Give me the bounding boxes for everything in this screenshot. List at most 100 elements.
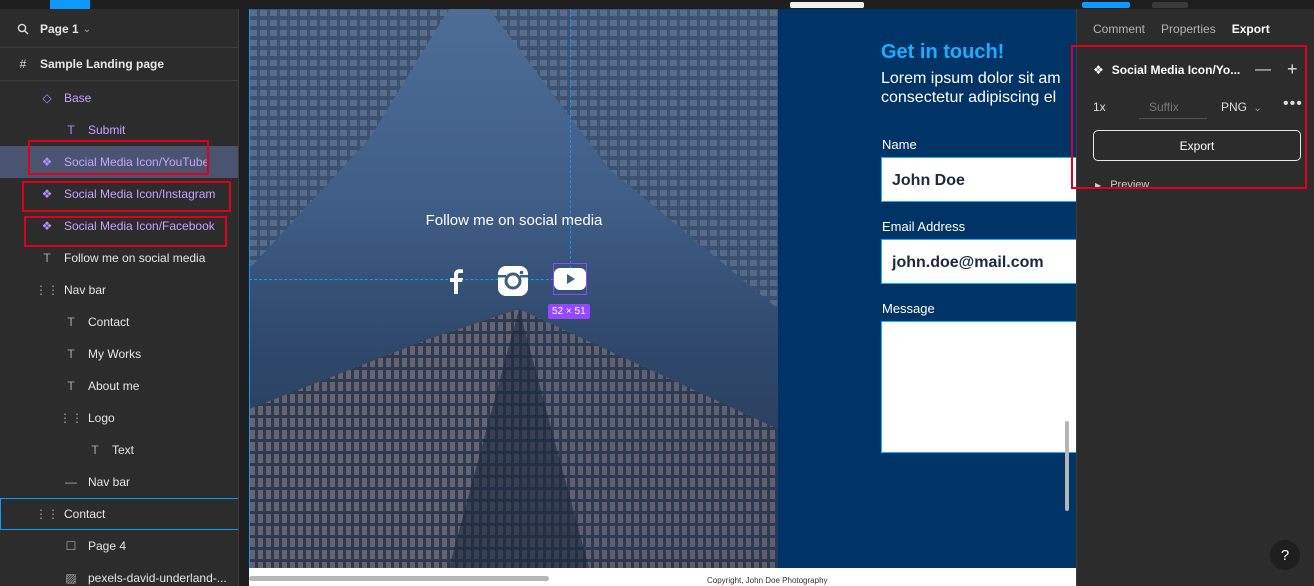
layer-item-my-works[interactable]: T My Works bbox=[0, 338, 238, 370]
layer-label: Contact bbox=[88, 315, 130, 329]
layer-item-contact-frame[interactable]: ⋮⋮ Contact bbox=[0, 498, 238, 530]
component-icon: ❖ bbox=[41, 219, 53, 233]
layer-label: My Works bbox=[88, 347, 142, 361]
help-button[interactable]: ? bbox=[1270, 540, 1300, 570]
properties-panel: Comment Properties Export ❖ Social Media… bbox=[1071, 9, 1314, 586]
instagram-icon[interactable] bbox=[496, 264, 530, 298]
layer-item-about-me[interactable]: T About me bbox=[0, 370, 238, 402]
tab-properties[interactable]: Properties bbox=[1161, 22, 1216, 36]
layer-item-nav-bar-line[interactable]: — Nav bar bbox=[0, 466, 238, 498]
group-icon: ⋮⋮ bbox=[35, 507, 59, 521]
layer-label: Logo bbox=[88, 411, 115, 425]
export-button[interactable]: Export bbox=[1093, 130, 1301, 161]
layer-label: Social Media Icon/YouTube bbox=[64, 155, 210, 169]
text-icon: T bbox=[67, 315, 75, 329]
group-icon: ⋮⋮ bbox=[59, 411, 83, 425]
layer-label: pexels-david-underland-... bbox=[88, 571, 227, 585]
caret-right-icon: ▶ bbox=[1095, 181, 1102, 190]
message-field[interactable] bbox=[881, 321, 1076, 453]
description-line: Lorem ipsum dolor sit am bbox=[881, 70, 1061, 87]
layer-item-instagram[interactable]: ❖ Social Media Icon/Instagram bbox=[0, 178, 238, 210]
layer-frame[interactable]: # Sample Landing page bbox=[0, 48, 238, 80]
layer-item-facebook[interactable]: ❖ Social Media Icon/Facebook bbox=[0, 210, 238, 242]
layer-item-nav-bar[interactable]: ⋮⋮ Nav bar bbox=[0, 274, 238, 306]
layer-label: Contact bbox=[64, 507, 106, 521]
export-format-select[interactable]: PNG ⌄ bbox=[1221, 100, 1262, 114]
layer-item-page-4[interactable]: ☐ Page 4 bbox=[0, 530, 238, 562]
format-value: PNG bbox=[1221, 100, 1248, 114]
rectangle-icon: ☐ bbox=[65, 539, 77, 553]
name-label: Name bbox=[882, 137, 917, 152]
name-field[interactable]: John Doe bbox=[881, 157, 1076, 202]
layer-item-image[interactable]: ▨ pexels-david-underland-... bbox=[0, 562, 238, 586]
remove-export-icon[interactable]: — bbox=[1255, 61, 1271, 79]
layer-item-submit[interactable]: T Submit bbox=[0, 114, 238, 146]
page-selector[interactable]: Page 1 ⌄ bbox=[0, 13, 238, 45]
text-icon: T bbox=[67, 379, 75, 393]
guide-line bbox=[249, 9, 250, 568]
email-label: Email Address bbox=[882, 219, 966, 234]
layer-label: Follow me on social media bbox=[64, 251, 206, 265]
more-options-icon[interactable]: ••• bbox=[1283, 95, 1303, 113]
guide-line bbox=[570, 9, 571, 279]
text-icon: T bbox=[43, 251, 51, 265]
layer-label: Social Media Icon/Facebook bbox=[64, 219, 215, 233]
component-icon: ❖ bbox=[1093, 63, 1104, 77]
layer-item-base[interactable]: ◇ Base bbox=[0, 82, 238, 114]
layer-item-logo-text[interactable]: T Text bbox=[0, 434, 238, 466]
page-name[interactable]: Page 1 bbox=[40, 22, 79, 36]
export-scale-select[interactable]: 1x bbox=[1093, 100, 1106, 114]
design-canvas[interactable]: Follow me on social media 52 × 51 Get in… bbox=[239, 9, 1076, 586]
layer-item-youtube[interactable]: ❖ Social Media Icon/YouTube bbox=[0, 146, 238, 178]
divider bbox=[0, 80, 238, 81]
layer-label: Nav bar bbox=[88, 475, 131, 489]
component-instance-icon: ◇ bbox=[42, 91, 52, 105]
toolbar-user-chip[interactable] bbox=[790, 2, 864, 8]
text-icon: T bbox=[67, 123, 75, 137]
message-label: Message bbox=[882, 301, 935, 316]
layer-label: Nav bar bbox=[64, 283, 107, 297]
preview-toggle[interactable]: ▶ Preview bbox=[1095, 179, 1149, 191]
toolbar-zoom-control[interactable] bbox=[1152, 2, 1188, 8]
component-icon: ❖ bbox=[41, 187, 53, 201]
panel-tabs: Comment Properties Export bbox=[1093, 22, 1270, 36]
facebook-icon[interactable] bbox=[439, 264, 473, 298]
layer-item-logo[interactable]: ⋮⋮ Logo bbox=[0, 402, 238, 434]
component-icon: ❖ bbox=[41, 155, 53, 169]
layer-label: Base bbox=[64, 91, 92, 105]
group-icon: ⋮⋮ bbox=[35, 283, 59, 297]
preview-label: Preview bbox=[1110, 179, 1150, 191]
layer-item-follow-text[interactable]: T Follow me on social media bbox=[0, 242, 238, 274]
layer-label: Submit bbox=[88, 123, 126, 137]
dimension-badge: 52 × 51 bbox=[548, 304, 590, 319]
layer-label: Social Media Icon/Instagram bbox=[64, 187, 216, 201]
selection-name: Social Media Icon/Yo... bbox=[1111, 63, 1241, 77]
text-icon: T bbox=[67, 347, 75, 361]
toolbar-active-tool[interactable] bbox=[50, 0, 90, 9]
export-selection-title: ❖ Social Media Icon/Yo... bbox=[1093, 63, 1240, 77]
layer-label: Text bbox=[112, 443, 135, 457]
frame-name: Sample Landing page bbox=[40, 57, 165, 71]
follow-heading[interactable]: Follow me on social media bbox=[379, 212, 649, 229]
layers-panel: Page 1 ⌄ # Sample Landing page ◇ Base T … bbox=[0, 9, 239, 586]
toolbar-share-button[interactable] bbox=[1082, 2, 1130, 8]
vertical-scrollbar[interactable] bbox=[1065, 421, 1069, 511]
footer-copyright: Copyright, John Doe Photography bbox=[707, 576, 828, 585]
contact-description[interactable]: Lorem ipsum dolor sit am consectetur adi… bbox=[881, 69, 1076, 107]
frame-icon: # bbox=[19, 57, 27, 71]
export-suffix-input[interactable]: Suffix bbox=[1139, 93, 1207, 119]
layer-label: Page 4 bbox=[88, 539, 127, 553]
email-field[interactable]: john.doe@mail.com bbox=[881, 239, 1076, 284]
top-toolbar bbox=[0, 0, 1314, 9]
chevron-down-icon[interactable]: ⌄ bbox=[83, 24, 91, 35]
selection-frame[interactable] bbox=[553, 263, 587, 295]
contact-heading[interactable]: Get in touch! bbox=[881, 41, 1004, 64]
tab-export[interactable]: Export bbox=[1232, 22, 1270, 36]
search-icon[interactable] bbox=[16, 22, 30, 36]
horizontal-scrollbar[interactable] bbox=[249, 576, 549, 581]
layer-item-contact-text[interactable]: T Contact bbox=[0, 306, 238, 338]
line-icon: — bbox=[65, 475, 77, 489]
chevron-down-icon: ⌄ bbox=[1253, 103, 1262, 114]
add-export-icon[interactable]: + bbox=[1287, 59, 1298, 80]
tab-comment[interactable]: Comment bbox=[1093, 22, 1145, 36]
